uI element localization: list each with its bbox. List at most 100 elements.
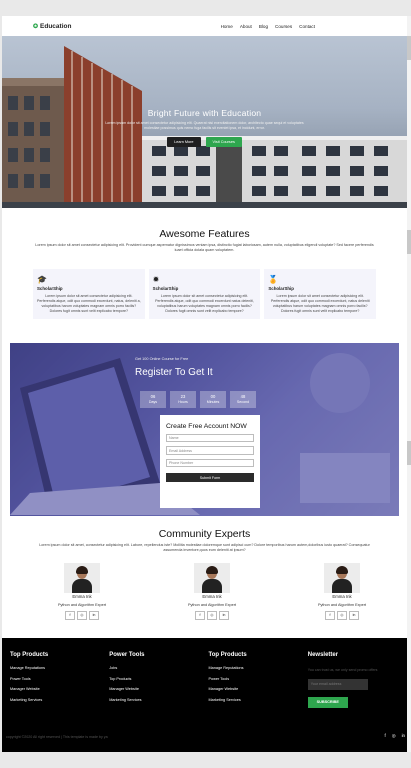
- expert-card: Emma Ink Python and Algorithm Expert f ◎…: [317, 563, 367, 620]
- nav-about[interactable]: About: [240, 24, 252, 29]
- footer-link[interactable]: Manage Reputations: [10, 666, 109, 670]
- signup-section: Get 100 Online Course for Free Register …: [10, 342, 399, 516]
- course-label: Get 100 Online Course for Free: [135, 356, 189, 361]
- medal-icon: 🏅: [268, 275, 279, 285]
- logo-text: Education: [40, 22, 72, 30]
- experts-subtitle: Lorem ipsum dolor sit amet, consectetur …: [39, 542, 370, 552]
- mortarboard-icon: 🎓: [37, 275, 47, 285]
- footer-column: Top Products Manage Reputations Power To…: [10, 652, 109, 708]
- timer-value: 00: [210, 393, 216, 399]
- footer-link[interactable]: Marketing Services: [109, 698, 208, 702]
- hero: Bright Future with Education Lorem ipsum…: [2, 36, 407, 208]
- signup-title: Register To Get It: [135, 366, 213, 378]
- logo-icon: ✪: [33, 23, 39, 30]
- logo[interactable]: ✪ Education: [33, 23, 71, 30]
- scrollbar-thumb[interactable]: [407, 36, 411, 60]
- hero-title: Bright Future with Education: [147, 108, 262, 118]
- linkedin-icon[interactable]: in: [219, 611, 229, 620]
- expert-name: Emma Ink: [202, 594, 222, 599]
- footer: Top Products Manage Reputations Power To…: [2, 638, 407, 752]
- linkedin-icon[interactable]: in: [89, 611, 99, 620]
- linkedin-icon[interactable]: in: [402, 733, 405, 739]
- footer-link[interactable]: Top Products: [109, 677, 208, 681]
- footer-column: Top Products Manage Reputations Power To…: [209, 652, 308, 708]
- hero-text: Lorem ipsum dolor sit amet consectetur a…: [105, 121, 304, 130]
- timer-hours: 23 Hours: [170, 390, 196, 408]
- footer-link[interactable]: Power Tools: [10, 677, 109, 681]
- timer-value: 48: [240, 393, 246, 399]
- facebook-icon[interactable]: f: [195, 611, 205, 620]
- countdown-timer: 06 Days 23 Hours 00 Minutes 48 Second: [140, 390, 256, 408]
- feature-cards: 🎓 ScholarShip Lorem ipsum dolor sit amet…: [2, 269, 407, 319]
- avatar: [194, 563, 230, 593]
- newsletter: Newsletter You can trust us, we only sen…: [307, 652, 407, 708]
- learn-more-button[interactable]: Learn More: [167, 137, 201, 147]
- expert-role: Python and Algorithm Expert: [57, 603, 107, 607]
- footer-socials: f ◎ in: [385, 733, 406, 739]
- footer-link[interactable]: Power Tools: [209, 677, 308, 681]
- expert-name: Emma Ink: [72, 594, 92, 599]
- experts-title: Community Experts: [158, 527, 251, 540]
- expert-role: Python and Algorithm Expert: [187, 603, 237, 607]
- nav-blog[interactable]: Blog: [259, 24, 268, 29]
- submit-form-button[interactable]: Submit Form: [166, 473, 254, 483]
- newsletter-text: You can trust us, we only send promo off…: [307, 668, 378, 672]
- visit-courses-button[interactable]: Visit Courses: [205, 137, 242, 147]
- email-field[interactable]: Email Address: [166, 446, 254, 455]
- avatar: [324, 563, 360, 593]
- features-section: Awesome Features Lorem ipsum dolor sit a…: [2, 208, 407, 319]
- expert-role: Python and Algorithm Expert: [317, 603, 367, 607]
- linkedin-icon[interactable]: in: [349, 611, 359, 620]
- footer-link[interactable]: Marketing Services: [10, 698, 109, 702]
- nav-menu: Home About Blog Courses Contact: [221, 24, 315, 29]
- scrollbar-thumb[interactable]: [407, 441, 411, 465]
- timer-seconds: 48 Second: [230, 390, 256, 408]
- footer-link[interactable]: Manager Website: [109, 687, 208, 691]
- feature-card: 🏅 ScholarShip Lorem ipsum dolor sit amet…: [264, 269, 377, 319]
- timer-label: Days: [148, 399, 158, 404]
- footer-column-title: Top Products: [10, 652, 49, 658]
- footer-link[interactable]: Manager Website: [209, 687, 308, 691]
- hero-buttons: Learn More Visit Courses: [2, 137, 407, 147]
- footer-link[interactable]: Manage Reputations: [209, 666, 308, 670]
- nav-courses[interactable]: Courses: [275, 24, 292, 29]
- feature-card: 🎓 ScholarShip Lorem ipsum dolor sit amet…: [33, 269, 145, 319]
- subscribe-button[interactable]: SUBSCRIBE: [307, 697, 348, 708]
- footer-link[interactable]: Marketing Services: [209, 698, 308, 702]
- scrollbar-thumb[interactable]: [407, 230, 411, 254]
- footer-column-title: Top Products: [208, 652, 247, 658]
- features-subtitle: Lorem ipsum dolor sit amet consectetur a…: [35, 243, 374, 253]
- phone-field[interactable]: Phone Number: [166, 458, 254, 468]
- timer-value: 06: [150, 393, 156, 399]
- facebook-icon[interactable]: f: [325, 611, 335, 620]
- name-field[interactable]: Name: [166, 433, 254, 443]
- facebook-icon[interactable]: f: [385, 733, 386, 739]
- copyright: copyright ©2020 All right reserved | Thi…: [6, 735, 108, 739]
- feature-card-text: Lorem ipsum dolor sit amet consectetur a…: [155, 294, 254, 313]
- feature-card-title: ScholarShip: [268, 286, 294, 292]
- page: ✪ Education Home About Blog Courses Cont…: [2, 16, 407, 752]
- instagram-icon[interactable]: ◎: [77, 611, 87, 620]
- instagram-icon[interactable]: ◎: [337, 611, 347, 620]
- instagram-icon[interactable]: ◎: [392, 733, 396, 739]
- newsletter-email-input[interactable]: Your email address: [307, 679, 368, 690]
- features-title: Awesome Features: [159, 228, 250, 240]
- instagram-icon[interactable]: ◎: [207, 611, 217, 620]
- expert-socials: f ◎ in: [57, 611, 107, 620]
- nav-home[interactable]: Home: [221, 24, 233, 29]
- expert-name: Emma Ink: [332, 594, 352, 599]
- feature-card-text: Lorem ipsum dolor sit amet consectetur a…: [37, 294, 141, 313]
- footer-link[interactable]: Manager Website: [10, 687, 109, 691]
- navbar: ✪ Education Home About Blog Courses Cont…: [2, 16, 407, 36]
- feature-card-title: ScholarShip: [37, 286, 63, 292]
- nav-contact[interactable]: Contact: [299, 24, 315, 29]
- footer-column-title: Power Tools: [109, 652, 145, 658]
- timer-days: 06 Days: [140, 390, 166, 408]
- scrollbar[interactable]: [407, 16, 411, 752]
- newsletter-title: Newsletter: [307, 652, 339, 658]
- feature-card: ✹ ScholarShip Lorem ipsum dolor sit amet…: [148, 269, 261, 319]
- facebook-icon[interactable]: f: [65, 611, 75, 620]
- footer-link[interactable]: Jobs: [109, 666, 208, 670]
- experts-list: Emma Ink Python and Algorithm Expert f ◎…: [2, 563, 407, 620]
- timer-value: 23: [180, 393, 186, 399]
